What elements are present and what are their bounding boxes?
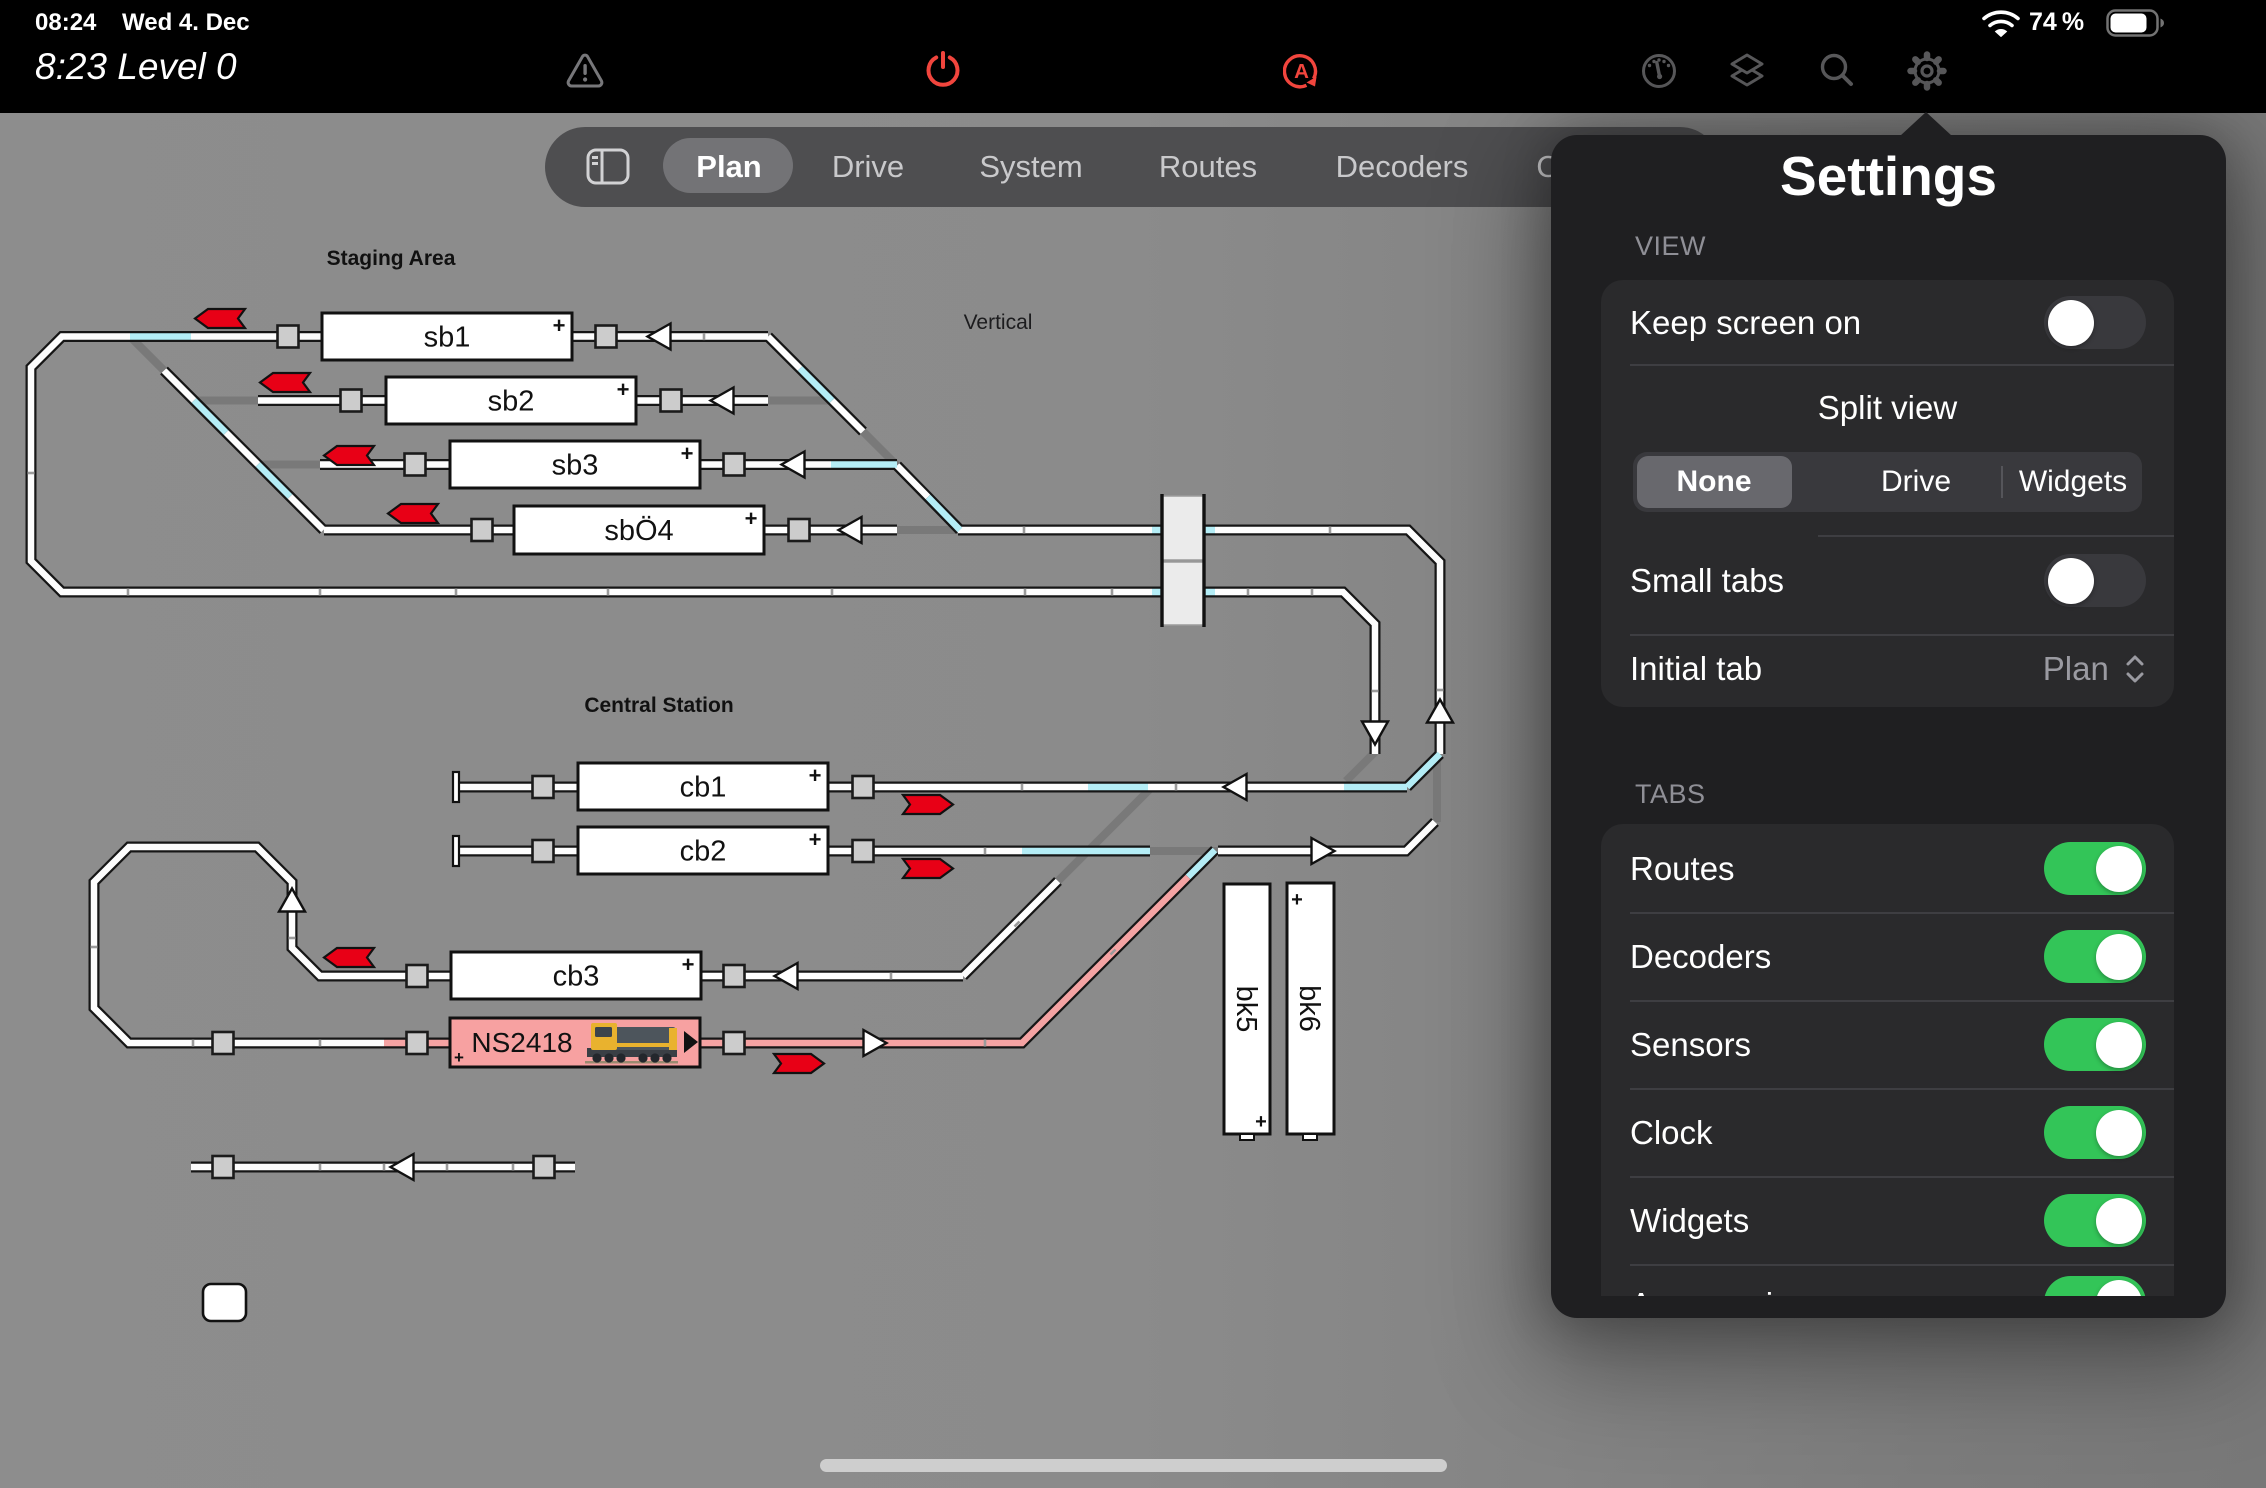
svg-text:sb2: sb2 [488,386,535,418]
svg-text:bk5: bk5 [1230,986,1262,1033]
svg-text:Central Station: Central Station [584,694,733,717]
svg-text:+: + [682,952,695,977]
svg-text:+: + [1291,889,1303,911]
svg-text:+: + [553,313,566,338]
svg-text:cb3: cb3 [553,961,600,993]
svg-text:+: + [454,1048,464,1067]
svg-text:NS2418: NS2418 [471,1027,572,1058]
svg-text:cb1: cb1 [680,772,727,804]
svg-text:sb3: sb3 [552,450,599,482]
svg-text:+: + [681,441,694,466]
svg-text:sb1: sb1 [424,322,471,354]
svg-text:+: + [745,506,758,531]
svg-text:+: + [617,377,630,402]
svg-text:+: + [809,827,822,852]
svg-text:Vertical: Vertical [964,311,1033,334]
svg-text:+: + [1255,1111,1267,1133]
svg-text:sbÖ4: sbÖ4 [604,515,673,547]
svg-text:cb2: cb2 [680,836,727,868]
svg-text:A: A [1294,60,1309,83]
svg-text:bk6: bk6 [1293,985,1325,1032]
svg-text:+: + [809,763,822,788]
svg-text:Staging Area: Staging Area [327,247,456,270]
